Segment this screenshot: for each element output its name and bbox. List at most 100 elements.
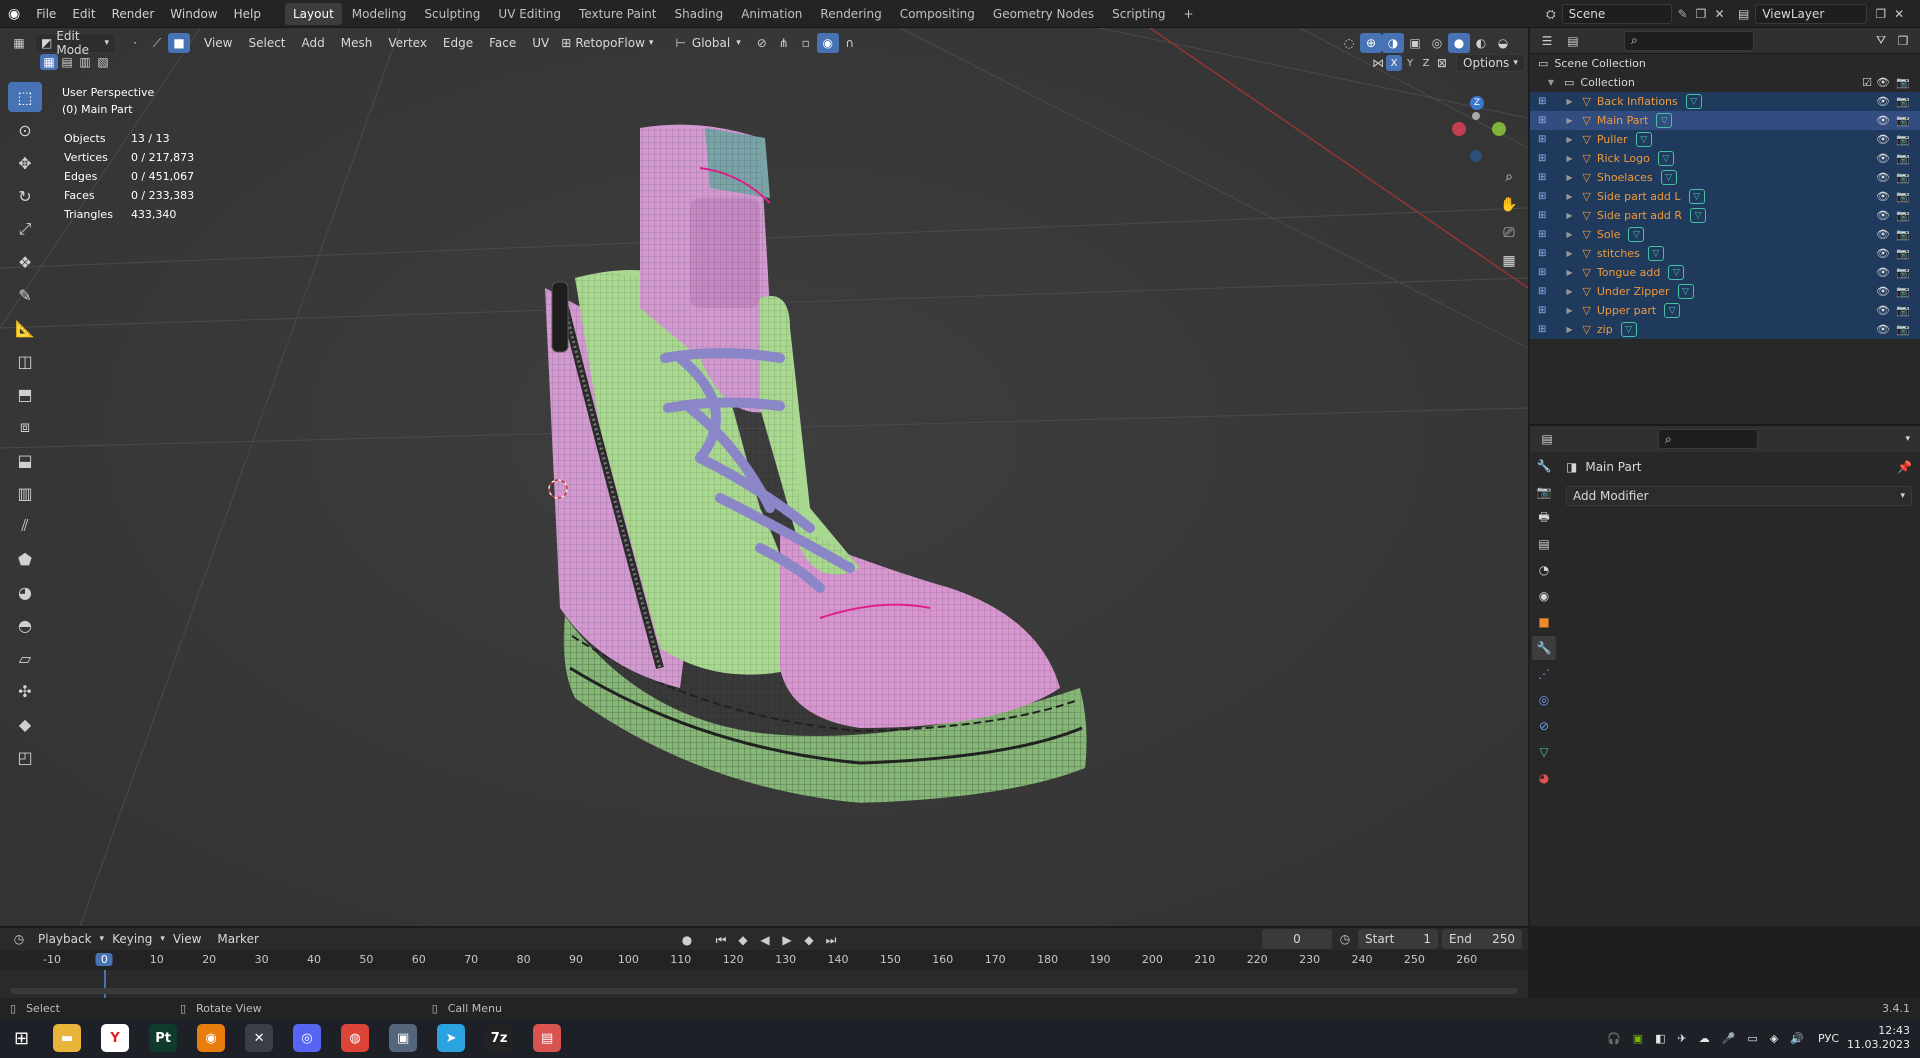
pin-icon[interactable]: 📌 [1897,460,1912,474]
tray-app-icon[interactable]: ◧ [1655,1032,1665,1045]
gizmo-toggle-icon[interactable]: ⊕ [1360,33,1382,53]
new-viewlayer-icon[interactable]: ❐ [1875,7,1886,21]
knife-tool-icon[interactable]: ⫽ [8,511,42,541]
expand-right-icon[interactable]: ▶ [1562,116,1576,125]
network-icon[interactable]: ◈ [1770,1032,1778,1045]
tab-scripting[interactable]: Scripting [1104,3,1173,25]
add-modifier-dropdown[interactable]: Add Modifier ▾ [1566,486,1912,506]
menu-select[interactable]: Select [240,36,293,50]
axis-x-toggle[interactable]: X [1386,55,1402,71]
expand-right-icon[interactable]: ▶ [1562,97,1576,106]
object-select-icon[interactable]: ⊞ [1538,267,1546,278]
outliner-item[interactable]: ⊞ ▶ ▽ Side part add R ▽ 👁 📷 [1530,206,1920,225]
falloff-icon[interactable]: ∩ [839,33,861,53]
delete-viewlayer-icon[interactable]: ✕ [1894,7,1904,21]
mesh-data-icon[interactable]: ▽ [1688,189,1705,204]
object-select-icon[interactable]: ⊞ [1538,229,1546,240]
menu-mesh[interactable]: Mesh [333,36,381,50]
camera-icon[interactable]: 📷 [1896,171,1910,184]
new-collection-icon[interactable]: ❐ [1892,31,1914,51]
visibility-icon[interactable]: ◌ [1338,33,1360,53]
expand-right-icon[interactable]: ▶ [1562,249,1576,258]
annotate-tool-icon[interactable]: ✎ [8,280,42,310]
outliner-item[interactable]: ⊞ ▶ ▽ Under Zipper ▽ 👁 📷 [1530,282,1920,301]
volume-icon[interactable]: 🔊 [1790,1032,1804,1045]
taskbar-app-app-icon[interactable]: ▤ [533,1024,562,1052]
windows-start-icon[interactable]: ⊞ [14,1028,29,1049]
menu-vertex[interactable]: Vertex [380,36,435,50]
options-dropdown[interactable]: Options ▾ [1456,54,1525,72]
gizmo-neg-z-icon[interactable] [1470,150,1482,162]
move-tool-icon[interactable]: ✥ [8,148,42,178]
viewlayer-field[interactable]: ViewLayer [1755,4,1868,24]
material-tab-icon[interactable]: ◕ [1532,766,1556,790]
render-tab-icon[interactable]: 📷 [1532,480,1556,504]
rotate-tool-icon[interactable]: ↻ [8,181,42,211]
gizmo-x-icon[interactable] [1452,122,1466,136]
tab-shading[interactable]: Shading [666,3,731,25]
object-select-icon[interactable]: ⊞ [1538,153,1546,164]
camera-icon[interactable]: 📷 [1896,285,1910,298]
mesh-data-icon[interactable]: ▽ [1628,227,1645,242]
wireframe-shading-icon[interactable]: ◎ [1426,33,1448,53]
cloud-icon[interactable]: ☁ [1699,1032,1710,1045]
camera-icon[interactable]: 📷 [1896,76,1910,89]
outliner-item[interactable]: ⊞ ▶ ▽ Rick Logo ▽ 👁 📷 [1530,149,1920,168]
gizmo-y-icon[interactable] [1492,122,1506,136]
menu-playback[interactable]: Playback [30,932,100,946]
shrink-fatten-tool-icon[interactable]: ✣ [8,676,42,706]
view-layer-tab-icon[interactable]: ▤ [1532,532,1556,556]
tab-rendering[interactable]: Rendering [812,3,889,25]
expand-right-icon[interactable]: ▶ [1562,287,1576,296]
taskbar-app-telegram-icon[interactable]: ➤ [437,1024,466,1052]
camera-icon[interactable]: 📷 [1896,209,1910,222]
expand-right-icon[interactable]: ▶ [1562,325,1576,334]
new-scene-icon[interactable]: ❐ [1696,7,1707,21]
viewlayer-selector[interactable]: ▤ ViewLayer ❐ ✕ [1738,4,1904,24]
eye-icon[interactable]: 👁 [1876,285,1890,298]
orientation-dropdown[interactable]: ⊢ Global ▾ [675,36,740,50]
outliner-item[interactable]: ⊞ ▶ ▽ Back Inflations ▽ 👁 📷 [1530,92,1920,111]
expand-right-icon[interactable]: ▶ [1562,135,1576,144]
next-keyframe-icon[interactable]: ◆ [798,930,820,950]
pin-icon[interactable]: ✎ [1678,7,1688,21]
language-indicator[interactable]: РУС [1818,1032,1839,1045]
object-select-icon[interactable]: ⊞ [1538,305,1546,316]
poly-build-tool-icon[interactable]: ⬟ [8,544,42,574]
edge-select-icon[interactable]: ⟋ [146,33,168,53]
taskbar-app-xbox-icon[interactable]: ✕ [245,1024,274,1052]
tool-tab-icon[interactable]: 🔧 [1532,454,1556,478]
retopoflow-button[interactable]: ⊞ RetopoFlow ▾ [561,36,653,50]
menu-uv[interactable]: UV [524,36,557,50]
snap-icon[interactable]: ⋔ [773,33,795,53]
outliner-item[interactable]: ⊞ ▶ ▽ Main Part ▽ 👁 📷 [1530,111,1920,130]
object-select-icon[interactable]: ⊞ [1538,96,1546,107]
select-intersect-icon[interactable]: ▧ [94,54,112,70]
editor-type-icon[interactable]: ▦ [8,33,30,53]
playhead-marker[interactable]: 0 [95,953,113,966]
timeline-ruler[interactable]: -10 0 10 20 30 40 50 60 70 80 90 100 110 120 130 140 150… [0,950,1528,970]
menu-edit[interactable]: Edit [64,7,103,21]
tab-modeling[interactable]: Modeling [344,3,415,25]
object-select-icon[interactable]: ⊞ [1538,115,1546,126]
pivot-icon[interactable]: ⊘ [751,33,773,53]
taskbar-app-blender-icon[interactable]: ◉ [197,1024,226,1052]
eye-icon[interactable]: 👁 [1876,266,1890,279]
select-new-icon[interactable]: ▦ [40,54,58,70]
inset-tool-icon[interactable]: ⧈ [8,412,42,442]
scale-tool-icon[interactable]: ⤢ [8,214,42,244]
zoom-icon[interactable]: ⌕ [1496,164,1522,190]
checkbox-icon[interactable]: ☑ [1862,76,1872,89]
menu-marker[interactable]: Marker [209,932,266,946]
end-frame-field[interactable]: End 250 [1442,929,1522,949]
add-workspace-button[interactable]: + [1176,3,1202,25]
camera-icon[interactable]: 📷 [1896,95,1910,108]
taskbar-app-tool-icon[interactable]: ▣ [389,1024,418,1052]
mirror-icon[interactable]: ⋈ [1370,55,1386,71]
mesh-data-icon[interactable]: ▽ [1620,322,1637,337]
timeline-editor-icon[interactable]: ◷ [8,929,30,949]
material-shading-icon[interactable]: ◐ [1470,33,1492,53]
mesh-data-icon[interactable]: ▽ [1656,113,1673,128]
transform-tool-icon[interactable]: ❖ [8,247,42,277]
camera-icon[interactable]: 📷 [1896,114,1910,127]
